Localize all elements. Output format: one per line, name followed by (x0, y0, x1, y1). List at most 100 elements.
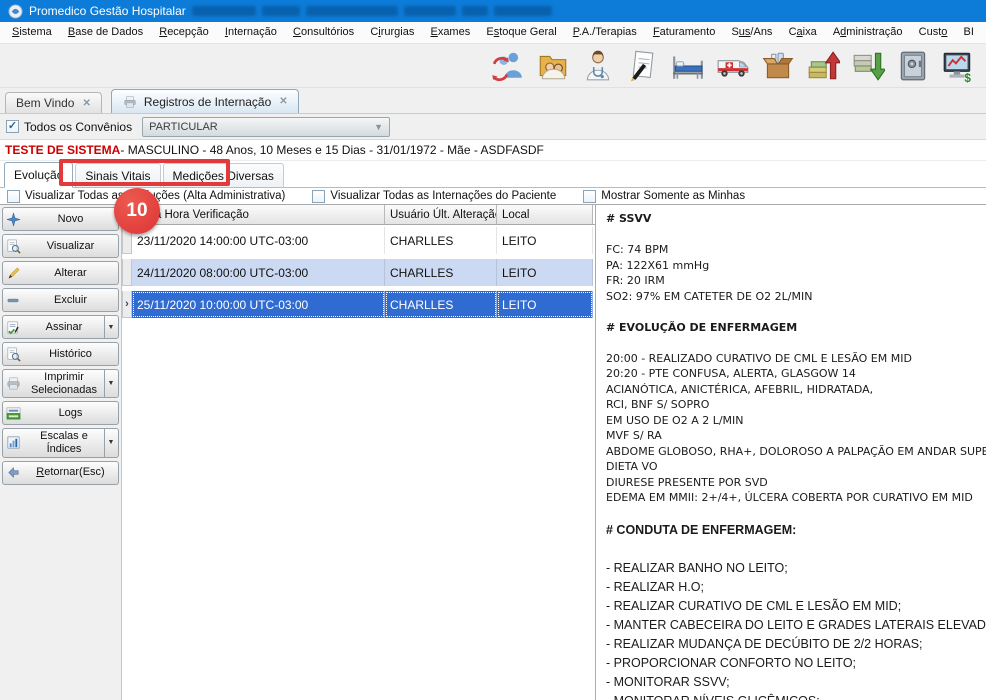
doctor-icon[interactable] (578, 46, 617, 85)
menu-item-sus-ans[interactable]: Sus/Ans (727, 22, 776, 43)
menu-item-administracao[interactable]: Administração (829, 22, 907, 43)
contract-icon[interactable] (623, 46, 662, 85)
tab-registros-de-internacao[interactable]: Registros de Internação✕ (111, 89, 299, 113)
redacted-text (306, 6, 398, 16)
content-area: Novo Visualizar Alterar Excluir Assinar▼ Hist… (0, 205, 986, 700)
patients-folder-icon[interactable] (533, 46, 572, 85)
note-line: MVF S/ RA (606, 428, 986, 444)
button-historico[interactable]: Histórico (2, 342, 119, 366)
table-row[interactable]: ›25/11/2020 10:00:00 UTC-03:00CHARLLESLE… (122, 291, 595, 318)
row-marker (122, 227, 132, 254)
view-filter-visualizar-todas-as-internacoes-do-paciente[interactable]: Visualizar Todas as Internações do Pacie… (312, 190, 556, 203)
view-filter-mostrar-somente-as-minhas[interactable]: Mostrar Somente as Minhas (583, 190, 745, 203)
column-header-usuario-ult-alteracao[interactable]: Usuário Últ. Alteração (385, 205, 497, 224)
note-line: - MONITORAR NÍVEIS GLICÊMICOS; (606, 692, 986, 700)
row-marker-header (122, 205, 132, 224)
note-line: ACIANÓTICA, ANICTÉRICA, AFEBRIL, HIDRATA… (606, 382, 986, 398)
all-insurances-checkbox[interactable]: ✓ (6, 120, 19, 133)
history-icon (6, 346, 24, 362)
menu-item-bi[interactable]: BI (960, 22, 978, 43)
table-row[interactable]: 23/11/2020 14:00:00 UTC-03:00CHARLLESLEI… (122, 227, 595, 254)
cell-local: LEITO (497, 259, 593, 286)
new-icon (6, 211, 24, 227)
record-type-tabs: EvoluçãoSinais VitaisMedições Diversas (0, 161, 986, 188)
menu-item-internacao[interactable]: Internação (221, 22, 281, 43)
menu-item-exames[interactable]: Exames (426, 22, 474, 43)
checkbox[interactable] (583, 190, 596, 203)
button-imprimir-selecionadas[interactable]: Imprimir Selecionadas▼ (2, 369, 119, 398)
menu-item-cirurgias[interactable]: Cirurgias (366, 22, 418, 43)
menu-item-faturamento[interactable]: Faturamento (649, 22, 719, 43)
button-label: Retornar(Esc) (24, 465, 117, 480)
close-icon[interactable]: ✕ (82, 98, 90, 109)
menu-item-recepcao[interactable]: Recepção (155, 22, 213, 43)
button-logs[interactable]: Logs (2, 401, 119, 425)
window-title: Promedico Gestão Hospitalar (29, 4, 186, 18)
note-line (606, 304, 986, 320)
note-line (606, 506, 986, 522)
chevron-down-icon: ▼ (374, 122, 383, 132)
view-filter-row: Visualizar Todas as Evoluções (Alta Admi… (0, 188, 986, 205)
menu-bar: Sistema Base de Dados Recepção Internação Co… (0, 22, 986, 44)
checkbox[interactable] (7, 190, 20, 203)
button-visualizar[interactable]: Visualizar (2, 234, 119, 258)
button-alterar[interactable]: Alterar (2, 261, 119, 285)
button-assinar[interactable]: Assinar▼ (2, 315, 119, 339)
subtab-evolucao[interactable]: Evolução (4, 162, 73, 188)
button-escalas-e-indices[interactable]: Escalas e Índices▼ (2, 428, 119, 457)
ambulance-icon[interactable] (713, 46, 752, 85)
evolution-note-panel: # SSVV FC: 74 BPMPA: 122X61 mmHgFR: 20 I… (595, 205, 986, 700)
column-header-local[interactable]: Local (497, 205, 593, 224)
tab-bem-vindo[interactable]: Bem Vindo✕ (5, 92, 102, 113)
checkbox[interactable] (312, 190, 325, 203)
button-label: Histórico (24, 347, 117, 362)
sync-users-icon[interactable] (488, 46, 527, 85)
delete-icon (6, 292, 24, 308)
patient-name: TESTE DE SISTEMA (5, 143, 120, 157)
menu-item-estoque-geral[interactable]: Estoque Geral (482, 22, 560, 43)
note-line (606, 335, 986, 351)
button-novo[interactable]: Novo (2, 207, 119, 231)
stock-supplies-icon[interactable] (758, 46, 797, 85)
hospital-bed-icon[interactable] (668, 46, 707, 85)
sign-icon (6, 319, 24, 335)
button-label: Excluir (24, 293, 117, 308)
safe-icon[interactable] (893, 46, 932, 85)
table-row[interactable]: 24/11/2020 08:00:00 UTC-03:00CHARLLESLEI… (122, 259, 595, 286)
button-retornar-esc[interactable]: Retornar(Esc) (2, 461, 119, 485)
subtab-medicoes-diversas[interactable]: Medições Diversas (163, 163, 284, 187)
button-excluir[interactable]: Excluir (2, 288, 119, 312)
close-icon[interactable]: ✕ (279, 96, 287, 107)
button-label: Novo (24, 212, 117, 227)
redacted-text (262, 6, 300, 16)
note-line: DIURESE PRESENTE POR SVD (606, 475, 986, 491)
column-header-data-hora-verificacao[interactable]: Data Hora Verificação (132, 205, 385, 224)
view-filter-visualizar-todas-as-evolucoes-alta-administrativa[interactable]: Visualizar Todas as Evoluções (Alta Admi… (7, 190, 285, 203)
cell-datetime: 25/11/2020 10:00:00 UTC-03:00 (132, 291, 385, 318)
bi-monitor-icon[interactable]: $ (938, 46, 977, 85)
note-line: RCI, BNF S/ SOPRO (606, 397, 986, 413)
menu-item-caixa[interactable]: Caixa (785, 22, 821, 43)
menu-item-consultorios[interactable]: Consultórios (289, 22, 358, 43)
note-line: - REALIZAR CURATIVO DE CML E LESÃO EM MI… (606, 597, 986, 616)
dropdown-arrow-icon[interactable]: ▼ (104, 429, 117, 456)
dropdown-arrow-icon[interactable]: ▼ (104, 316, 117, 338)
insurance-select[interactable]: PARTICULAR ▼ (142, 117, 390, 137)
menu-item-base-de-dados[interactable]: Base de Dados (64, 22, 147, 43)
app-icon (8, 4, 23, 19)
logs-icon (6, 405, 24, 421)
subtab-sinais-vitais[interactable]: Sinais Vitais (75, 163, 160, 187)
grid-header: Data Hora VerificaçãoUsuário Últ. Altera… (122, 205, 595, 225)
dropdown-arrow-icon[interactable]: ▼ (104, 370, 117, 397)
note-line: # CONDUTA DE ENFERMAGEM: (606, 521, 986, 540)
redacted-text (192, 6, 256, 16)
note-line: EM USO DE O2 A 2 L/MIN (606, 413, 986, 429)
money-in-icon[interactable] (803, 46, 842, 85)
money-out-icon[interactable] (848, 46, 887, 85)
cell-local: LEITO (497, 227, 593, 254)
menu-item-custo[interactable]: Custo (915, 22, 952, 43)
cell-user: CHARLLES (385, 259, 497, 286)
note-line: # SSVV (606, 211, 986, 227)
menu-item-p-a-terapias[interactable]: P.A./Terapias (569, 22, 641, 43)
menu-item-sistema[interactable]: Sistema (8, 22, 56, 43)
